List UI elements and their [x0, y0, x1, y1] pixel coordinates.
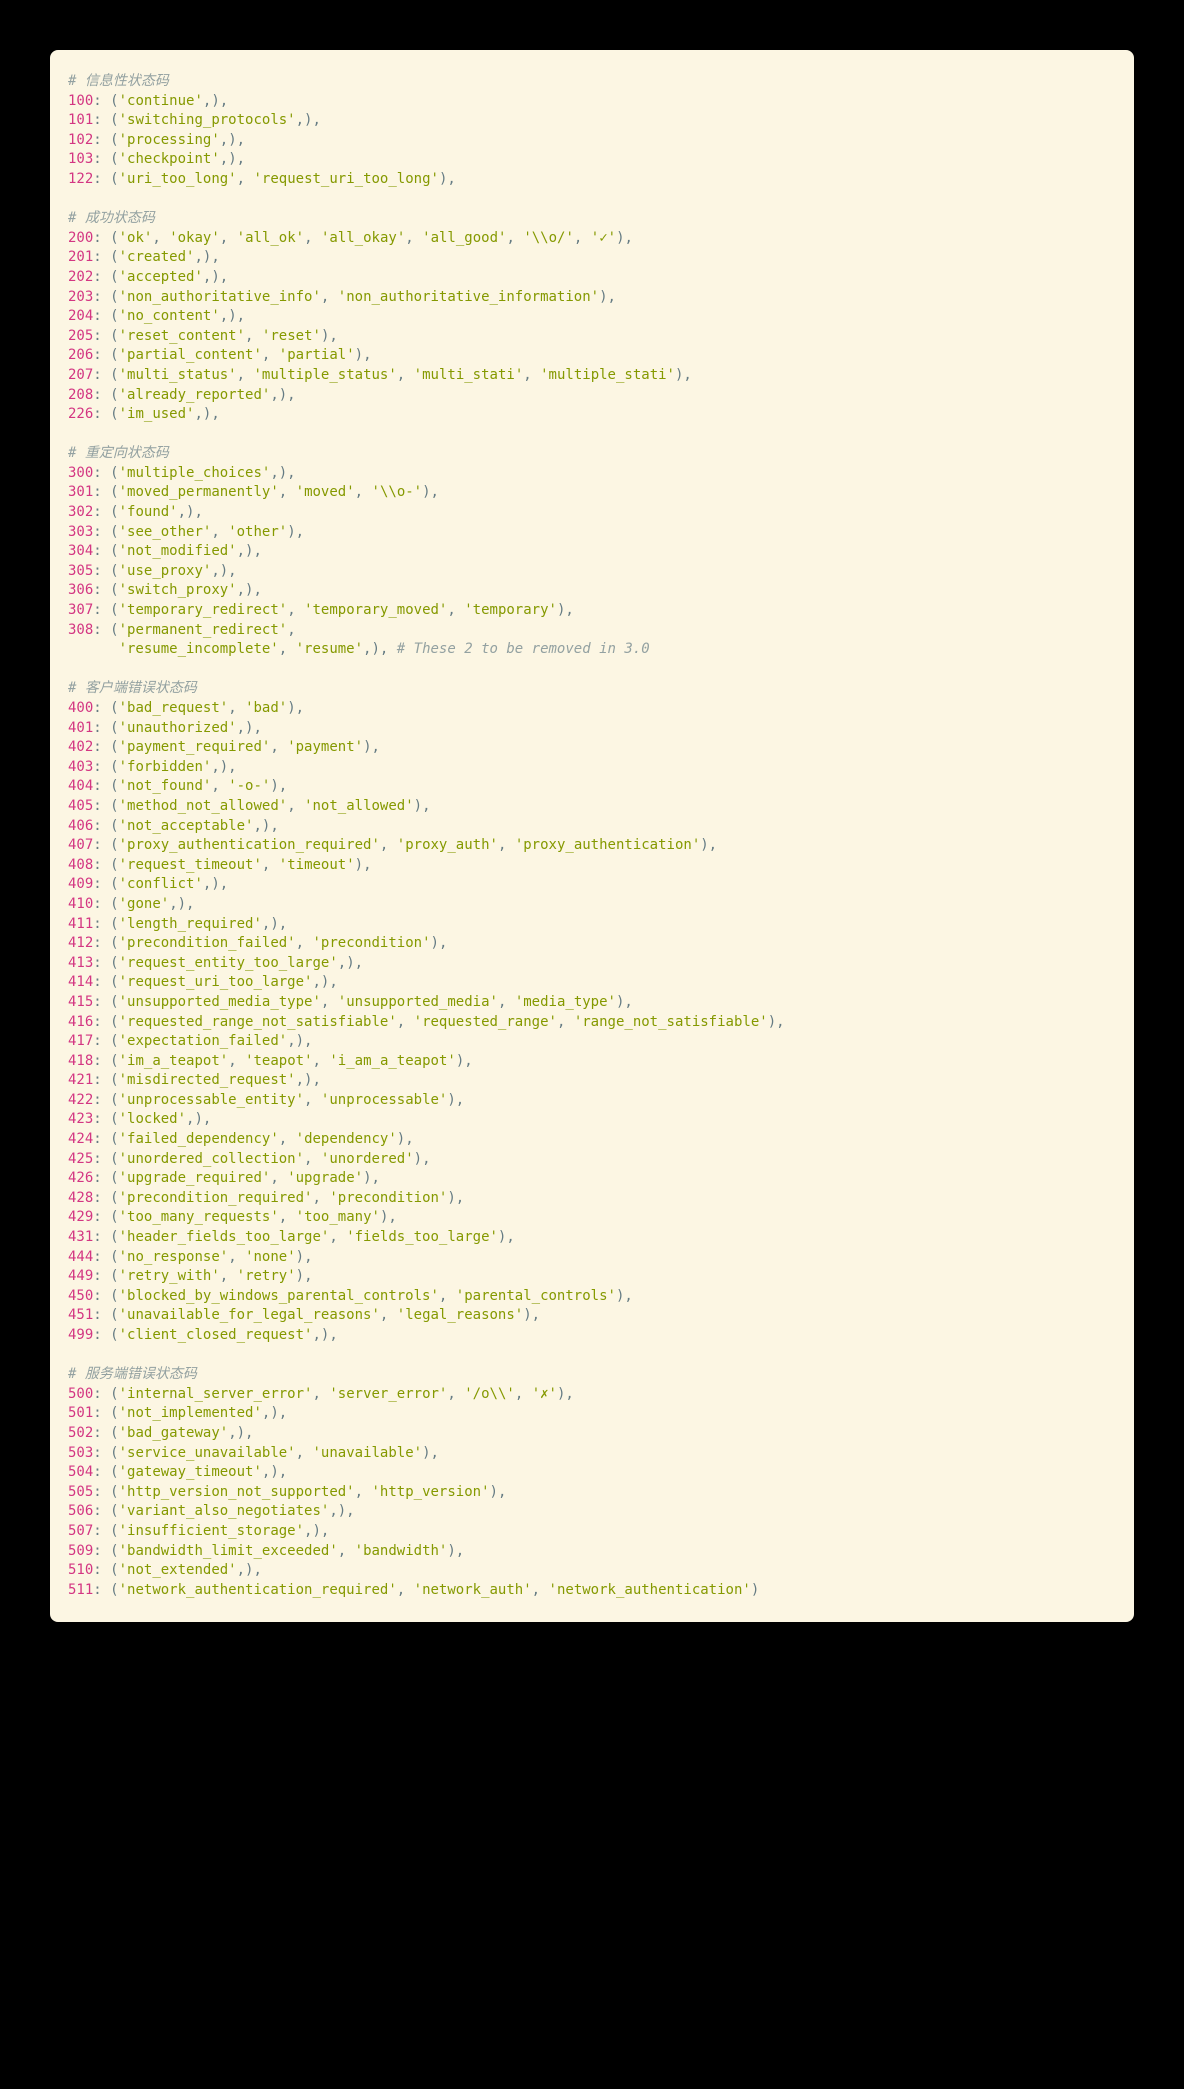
line-422: 422: ('unprocessable_entity', 'unprocess… — [68, 1092, 464, 1108]
line-403: 403: ('forbidden',), — [68, 759, 237, 775]
line-305: 305: ('use_proxy',), — [68, 563, 237, 579]
line-425: 425: ('unordered_collection', 'unordered… — [68, 1151, 431, 1167]
comment-info: # 信息性状态码 — [68, 73, 169, 89]
line-202: 202: ('accepted',), — [68, 269, 228, 285]
line-302: 302: ('found',), — [68, 504, 203, 520]
line-400: 400: ('bad_request', 'bad'), — [68, 700, 304, 716]
comment-redirect: # 重定向状态码 — [68, 445, 169, 461]
line-421: 421: ('misdirected_request',), — [68, 1072, 321, 1088]
line-103: 103: ('checkpoint',), — [68, 151, 245, 167]
line-306: 306: ('switch_proxy',), — [68, 582, 262, 598]
line-208: 208: ('already_reported',), — [68, 387, 296, 403]
line-511: 511: ('network_authentication_required',… — [68, 1582, 759, 1598]
line-308: 308: ('permanent_redirect', — [68, 622, 296, 638]
line-431: 431: ('header_fields_too_large', 'fields… — [68, 1229, 515, 1245]
line-102: 102: ('processing',), — [68, 132, 245, 148]
line-307: 307: ('temporary_redirect', 'temporary_m… — [68, 602, 574, 618]
line-203: 203: ('non_authoritative_info', 'non_aut… — [68, 289, 616, 305]
line-404: 404: ('not_found', '-o-'), — [68, 778, 287, 794]
line-415: 415: ('unsupported_media_type', 'unsuppo… — [68, 994, 633, 1010]
line-444: 444: ('no_response', 'none'), — [68, 1249, 313, 1265]
line-410: 410: ('gone',), — [68, 896, 194, 912]
line-426: 426: ('upgrade_required', 'upgrade'), — [68, 1170, 380, 1186]
line-450: 450: ('blocked_by_windows_parental_contr… — [68, 1288, 633, 1304]
line-413: 413: ('request_entity_too_large',), — [68, 955, 363, 971]
comment-server: # 服务端错误状态码 — [68, 1366, 197, 1382]
line-408: 408: ('request_timeout', 'timeout'), — [68, 857, 372, 873]
line-418: 418: ('im_a_teapot', 'teapot', 'i_am_a_t… — [68, 1053, 473, 1069]
line-122: 122: ('uri_too_long', 'request_uri_too_l… — [68, 171, 456, 187]
line-509: 509: ('bandwidth_limit_exceeded', 'bandw… — [68, 1543, 464, 1559]
line-207: 207: ('multi_status', 'multiple_status',… — [68, 367, 692, 383]
line-416: 416: ('requested_range_not_satisfiable',… — [68, 1014, 785, 1030]
line-502: 502: ('bad_gateway',), — [68, 1425, 253, 1441]
line-205: 205: ('reset_content', 'reset'), — [68, 328, 338, 344]
line-204: 204: ('no_content',), — [68, 308, 245, 324]
line-401: 401: ('unauthorized',), — [68, 720, 262, 736]
line-499: 499: ('client_closed_request',), — [68, 1327, 338, 1343]
line-417: 417: ('expectation_failed',), — [68, 1033, 312, 1049]
line-201: 201: ('created',), — [68, 249, 220, 265]
comment-success: # 成功状态码 — [68, 210, 155, 226]
line-429: 429: ('too_many_requests', 'too_many'), — [68, 1209, 397, 1225]
line-409: 409: ('conflict',), — [68, 876, 228, 892]
line-303: 303: ('see_other', 'other'), — [68, 524, 304, 540]
line-423: 423: ('locked',), — [68, 1111, 211, 1127]
comment-client: # 客户端错误状态码 — [68, 680, 197, 696]
line-501: 501: ('not_implemented',), — [68, 1405, 287, 1421]
line-449: 449: ('retry_with', 'retry'), — [68, 1268, 313, 1284]
line-503: 503: ('service_unavailable', 'unavailabl… — [68, 1445, 439, 1461]
line-226: 226: ('im_used',), — [68, 406, 220, 422]
code-block: # 信息性状态码 100: ('continue',), 101: ('swit… — [50, 50, 1134, 1622]
line-405: 405: ('method_not_allowed', 'not_allowed… — [68, 798, 431, 814]
line-402: 402: ('payment_required', 'payment'), — [68, 739, 380, 755]
line-407: 407: ('proxy_authentication_required', '… — [68, 837, 717, 853]
line-304: 304: ('not_modified',), — [68, 543, 262, 559]
line-504: 504: ('gateway_timeout',), — [68, 1464, 287, 1480]
line-308b: 'resume_incomplete', 'resume',), # These… — [68, 641, 650, 657]
line-510: 510: ('not_extended',), — [68, 1562, 262, 1578]
line-200: 200: ('ok', 'okay', 'all_ok', 'all_okay'… — [68, 230, 633, 246]
line-500: 500: ('internal_server_error', 'server_e… — [68, 1386, 574, 1402]
line-506: 506: ('variant_also_negotiates',), — [68, 1503, 355, 1519]
line-424: 424: ('failed_dependency', 'dependency')… — [68, 1131, 414, 1147]
line-300: 300: ('multiple_choices',), — [68, 465, 296, 481]
line-101: 101: ('switching_protocols',), — [68, 112, 321, 128]
line-206: 206: ('partial_content', 'partial'), — [68, 347, 372, 363]
line-412: 412: ('precondition_failed', 'preconditi… — [68, 935, 447, 951]
line-505: 505: ('http_version_not_supported', 'htt… — [68, 1484, 506, 1500]
line-428: 428: ('precondition_required', 'precondi… — [68, 1190, 464, 1206]
line-507: 507: ('insufficient_storage',), — [68, 1523, 329, 1539]
line-414: 414: ('request_uri_too_large',), — [68, 974, 338, 990]
line-406: 406: ('not_acceptable',), — [68, 818, 279, 834]
line-301: 301: ('moved_permanently', 'moved', '\\o… — [68, 484, 439, 500]
line-411: 411: ('length_required',), — [68, 916, 287, 932]
line-451: 451: ('unavailable_for_legal_reasons', '… — [68, 1307, 540, 1323]
line-100: 100: ('continue',), — [68, 93, 228, 109]
